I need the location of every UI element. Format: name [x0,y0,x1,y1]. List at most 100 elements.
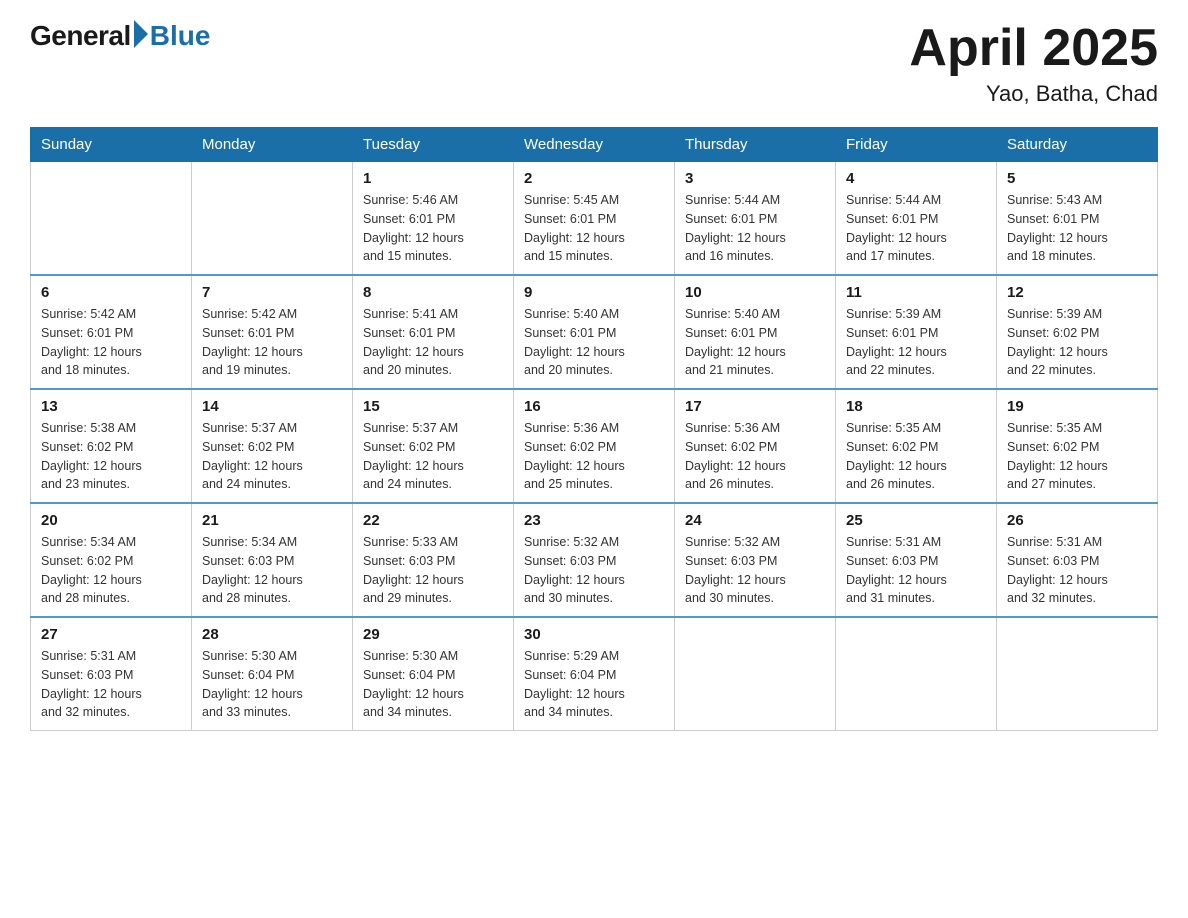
calendar-cell: 30 Sunrise: 5:29 AM Sunset: 6:04 PM Dayli… [514,617,675,731]
day-info: Sunrise: 5:29 AM Sunset: 6:04 PM Dayligh… [524,647,664,722]
calendar-cell: 20Sunrise: 5:34 AM Sunset: 6:02 PM Dayli… [31,503,192,617]
week-row-2: 6 Sunrise: 5:42 AM Sunset: 6:01 PM Daylig… [31,275,1158,389]
day-number: 30 [524,626,664,643]
day-info: Sunrise: 5:36 AM Sunset: 6:02 PM Dayligh… [524,419,664,494]
calendar-cell: 9 Sunrise: 5:40 AM Sunset: 6:01 PM Daylig… [514,275,675,389]
calendar-cell: 1 Sunrise: 5:46 AM Sunset: 6:01 PM Daylig… [353,162,514,276]
page-header: General Blue April 2025 Yao, Batha, Chad [30,20,1158,107]
calendar-title: April 2025 [909,20,1158,77]
day-info: Sunrise: 5:42 AM Sunset: 6:01 PM Dayligh… [202,305,342,380]
day-info: Sunrise: 5:32 AM Sunset: 6:03 PM Dayligh… [524,533,664,608]
day-number: 2 [524,170,664,187]
day-number: 6 [41,284,181,301]
calendar-cell: 8Sunrise: 5:41 AM Sunset: 6:01 PM Daylig… [353,275,514,389]
day-number: 3 [685,170,825,187]
day-info: Sunrise: 5:30 AM Sunset: 6:04 PM Dayligh… [202,647,342,722]
day-info: Sunrise: 5:31 AM Sunset: 6:03 PM Dayligh… [1007,533,1147,608]
day-number: 18 [846,398,986,415]
calendar-cell: 27 Sunrise: 5:31 AM Sunset: 6:03 PM Dayli… [31,617,192,731]
week-row-5: 27 Sunrise: 5:31 AM Sunset: 6:03 PM Dayli… [31,617,1158,731]
day-number: 11 [846,284,986,301]
header-sunday: Sunday [31,128,192,162]
day-number: 26 [1007,512,1147,529]
calendar-cell [836,617,997,731]
logo: General Blue [30,20,210,52]
calendar-cell: 17 Sunrise: 5:36 AM Sunset: 6:02 PM Dayli… [675,389,836,503]
day-info: Sunrise: 5:31 AM Sunset: 6:03 PM Dayligh… [41,647,181,722]
calendar-cell: 3 Sunrise: 5:44 AM Sunset: 6:01 PM Daylig… [675,162,836,276]
day-info: Sunrise: 5:32 AM Sunset: 6:03 PM Dayligh… [685,533,825,608]
calendar-cell: 13 Sunrise: 5:38 AM Sunset: 6:02 PM Dayli… [31,389,192,503]
calendar-table: SundayMondayTuesdayWednesdayThursdayFrid… [30,127,1158,731]
logo-blue-text: Blue [150,20,211,52]
day-info: Sunrise: 5:43 AM Sunset: 6:01 PM Dayligh… [1007,191,1147,266]
calendar-cell [31,162,192,276]
header-wednesday: Wednesday [514,128,675,162]
header-saturday: Saturday [997,128,1158,162]
calendar-cell: 24Sunrise: 5:32 AM Sunset: 6:03 PM Dayli… [675,503,836,617]
calendar-cell: 26 Sunrise: 5:31 AM Sunset: 6:03 PM Dayli… [997,503,1158,617]
calendar-cell [192,162,353,276]
calendar-cell [675,617,836,731]
calendar-cell: 7 Sunrise: 5:42 AM Sunset: 6:01 PM Daylig… [192,275,353,389]
day-info: Sunrise: 5:30 AM Sunset: 6:04 PM Dayligh… [363,647,503,722]
day-info: Sunrise: 5:34 AM Sunset: 6:03 PM Dayligh… [202,533,342,608]
day-info: Sunrise: 5:37 AM Sunset: 6:02 PM Dayligh… [363,419,503,494]
day-number: 9 [524,284,664,301]
day-number: 10 [685,284,825,301]
day-number: 13 [41,398,181,415]
day-number: 16 [524,398,664,415]
day-info: Sunrise: 5:40 AM Sunset: 6:01 PM Dayligh… [685,305,825,380]
calendar-cell: 12Sunrise: 5:39 AM Sunset: 6:02 PM Dayli… [997,275,1158,389]
day-info: Sunrise: 5:44 AM Sunset: 6:01 PM Dayligh… [685,191,825,266]
title-block: April 2025 Yao, Batha, Chad [909,20,1158,107]
day-number: 1 [363,170,503,187]
day-info: Sunrise: 5:38 AM Sunset: 6:02 PM Dayligh… [41,419,181,494]
header-tuesday: Tuesday [353,128,514,162]
day-number: 17 [685,398,825,415]
day-number: 23 [524,512,664,529]
day-info: Sunrise: 5:42 AM Sunset: 6:01 PM Dayligh… [41,305,181,380]
calendar-cell: 22 Sunrise: 5:33 AM Sunset: 6:03 PM Dayli… [353,503,514,617]
day-number: 8 [363,284,503,301]
day-info: Sunrise: 5:35 AM Sunset: 6:02 PM Dayligh… [846,419,986,494]
header-monday: Monday [192,128,353,162]
calendar-location: Yao, Batha, Chad [909,81,1158,107]
day-number: 7 [202,284,342,301]
day-number: 19 [1007,398,1147,415]
calendar-cell: 28 Sunrise: 5:30 AM Sunset: 6:04 PM Dayli… [192,617,353,731]
calendar-cell: 4 Sunrise: 5:44 AM Sunset: 6:01 PM Daylig… [836,162,997,276]
day-number: 20 [41,512,181,529]
calendar-cell: 10 Sunrise: 5:40 AM Sunset: 6:01 PM Dayli… [675,275,836,389]
day-info: Sunrise: 5:35 AM Sunset: 6:02 PM Dayligh… [1007,419,1147,494]
day-number: 28 [202,626,342,643]
day-info: Sunrise: 5:37 AM Sunset: 6:02 PM Dayligh… [202,419,342,494]
calendar-cell: 5Sunrise: 5:43 AM Sunset: 6:01 PM Daylig… [997,162,1158,276]
day-number: 22 [363,512,503,529]
day-info: Sunrise: 5:44 AM Sunset: 6:01 PM Dayligh… [846,191,986,266]
calendar-cell: 14Sunrise: 5:37 AM Sunset: 6:02 PM Dayli… [192,389,353,503]
day-info: Sunrise: 5:45 AM Sunset: 6:01 PM Dayligh… [524,191,664,266]
header-friday: Friday [836,128,997,162]
logo-triangle-icon [134,20,148,48]
calendar-cell: 15Sunrise: 5:37 AM Sunset: 6:02 PM Dayli… [353,389,514,503]
day-number: 27 [41,626,181,643]
day-number: 25 [846,512,986,529]
day-info: Sunrise: 5:33 AM Sunset: 6:03 PM Dayligh… [363,533,503,608]
week-row-1: 1 Sunrise: 5:46 AM Sunset: 6:01 PM Daylig… [31,162,1158,276]
day-number: 4 [846,170,986,187]
day-info: Sunrise: 5:46 AM Sunset: 6:01 PM Dayligh… [363,191,503,266]
day-number: 29 [363,626,503,643]
day-info: Sunrise: 5:36 AM Sunset: 6:02 PM Dayligh… [685,419,825,494]
day-info: Sunrise: 5:39 AM Sunset: 6:01 PM Dayligh… [846,305,986,380]
calendar-cell: 11 Sunrise: 5:39 AM Sunset: 6:01 PM Dayli… [836,275,997,389]
day-info: Sunrise: 5:31 AM Sunset: 6:03 PM Dayligh… [846,533,986,608]
day-info: Sunrise: 5:40 AM Sunset: 6:01 PM Dayligh… [524,305,664,380]
calendar-cell [997,617,1158,731]
calendar-cell: 18 Sunrise: 5:35 AM Sunset: 6:02 PM Dayli… [836,389,997,503]
logo-general-text: General [30,20,131,52]
day-number: 21 [202,512,342,529]
calendar-cell: 6 Sunrise: 5:42 AM Sunset: 6:01 PM Daylig… [31,275,192,389]
week-row-4: 20Sunrise: 5:34 AM Sunset: 6:02 PM Dayli… [31,503,1158,617]
calendar-cell: 23 Sunrise: 5:32 AM Sunset: 6:03 PM Dayli… [514,503,675,617]
